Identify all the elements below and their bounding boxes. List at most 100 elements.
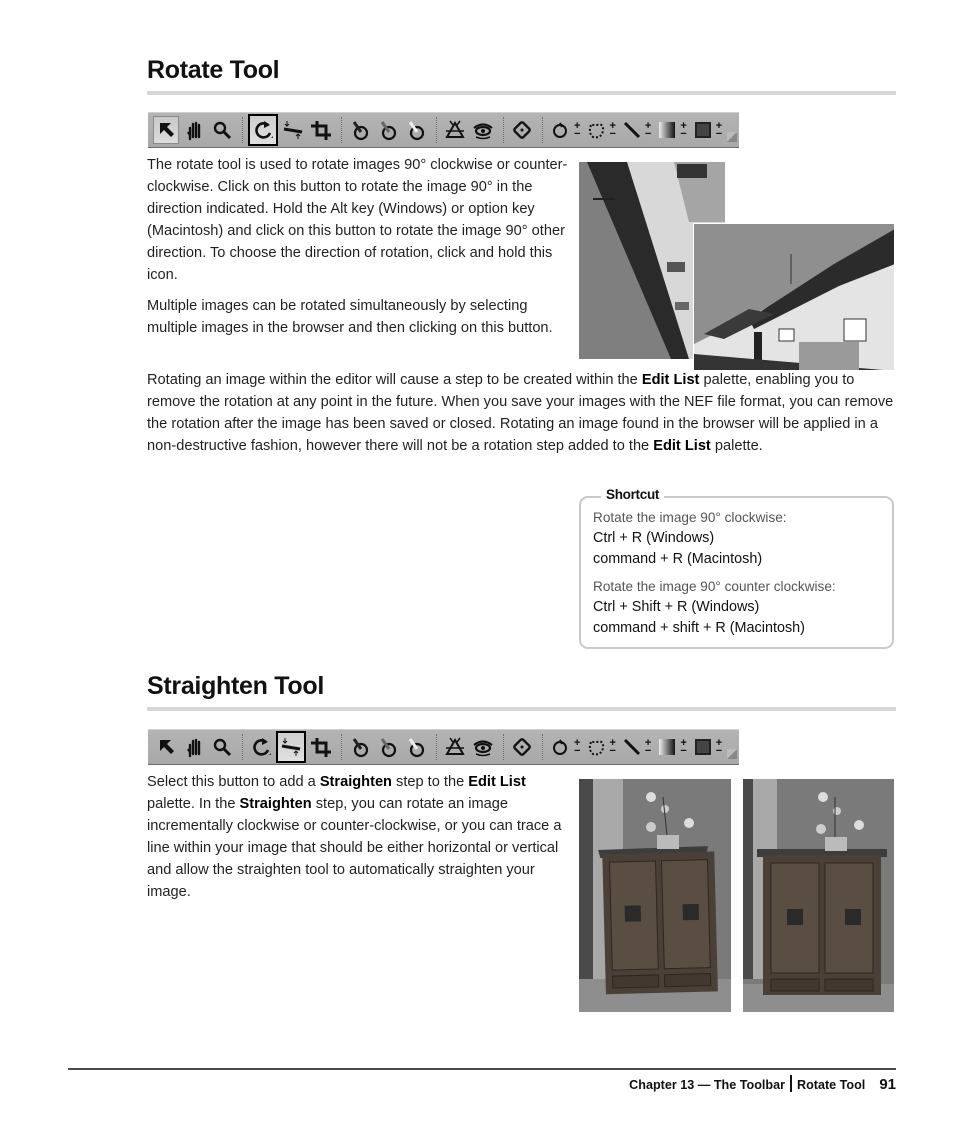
section-heading-rotate: Rotate Tool <box>147 56 280 84</box>
toolbar-button-black-point-picker[interactable] <box>347 116 373 144</box>
lasso-selection-add-subtract-toggle[interactable]: + − <box>574 738 580 757</box>
rotate-paragraph-1: The rotate tool is used to rotate images… <box>147 157 568 283</box>
toolbar-button-zoom[interactable] <box>209 733 235 761</box>
color-control-point-icon <box>513 738 531 756</box>
toolbar-button-gradient-selection[interactable] <box>654 733 680 761</box>
lasso-selection-icon <box>553 739 567 755</box>
minus-icon: − <box>644 128 652 140</box>
marquee-selection-icon <box>589 123 605 139</box>
toolbar-separator <box>242 734 243 760</box>
toolbar-straighten-example: + − + − + − + − + − <box>148 729 739 765</box>
toolbar-button-fill-remove[interactable] <box>690 116 716 144</box>
cabinet-photo-after <box>743 779 894 1012</box>
toolbar-button-crop[interactable] <box>308 733 334 761</box>
gradient-selection-add-subtract-toggle[interactable]: + − <box>680 738 687 757</box>
fill-remove-icon <box>694 122 711 138</box>
rotate-icon <box>253 738 271 756</box>
toolbar-button-gradient-selection[interactable] <box>654 116 680 144</box>
minus-icon: − <box>680 128 687 140</box>
text: Select this button to add a <box>147 774 320 790</box>
toolbar-button-rotate[interactable] <box>248 733 274 761</box>
shortcut-key: Ctrl + R (Windows) <box>593 530 715 546</box>
toolbar-separator <box>436 117 437 143</box>
footer-chapter: Chapter 13 — The Toolbar <box>629 1078 785 1092</box>
toolbar-button-straighten[interactable] <box>280 116 306 144</box>
minus-icon: − <box>574 128 581 140</box>
toolbar-button-white-point-picker[interactable] <box>403 116 429 144</box>
toolbar-button-rotate[interactable] <box>248 114 278 146</box>
toolbar-button-neutral-point-picker[interactable] <box>375 733 401 761</box>
toolbar-button-brush-selection[interactable] <box>619 733 645 761</box>
toolbar-button-brush-selection[interactable] <box>619 116 645 144</box>
toolbar-button-white-point-picker[interactable] <box>403 733 429 761</box>
select-icon <box>160 123 174 137</box>
toolbar-button-lasso-selection[interactable] <box>548 116 574 144</box>
white-point-picker-icon <box>408 121 425 141</box>
toolbar-separator <box>542 734 543 760</box>
toolbar-button-neutral-point-picker[interactable] <box>375 116 401 144</box>
minus-icon: − <box>644 745 652 757</box>
toolbar-button-hand[interactable] <box>181 116 207 144</box>
marquee-selection-icon <box>589 740 605 756</box>
cabinet-photo-before <box>579 779 731 1012</box>
gradient-selection-add-subtract-toggle[interactable]: + − <box>680 121 687 140</box>
shortcut-key: Ctrl + Shift + R (Windows) <box>593 599 760 615</box>
brush-selection-add-subtract-toggle[interactable]: + − <box>644 738 652 757</box>
marquee-selection-add-subtract-toggle[interactable]: + − <box>609 738 615 757</box>
toolbar-button-select[interactable] <box>153 116 179 144</box>
brush-selection-add-subtract-toggle[interactable]: + − <box>644 121 652 140</box>
toolbar-button-crop[interactable] <box>308 116 334 144</box>
toolbar-resize-grip[interactable] <box>727 132 738 142</box>
toolbar-button-marquee-selection[interactable] <box>583 733 609 761</box>
text: step to the <box>391 774 469 790</box>
hand-icon <box>187 121 201 141</box>
brush-selection-icon <box>623 121 640 139</box>
crop-icon <box>311 738 331 757</box>
toolbar-button-straighten[interactable] <box>276 731 306 763</box>
toolbar-button-lasso-selection[interactable] <box>548 733 574 761</box>
crop-icon <box>311 121 331 140</box>
upright-street-photo <box>693 223 894 370</box>
fill-remove-add-subtract-toggle[interactable]: + − <box>716 121 722 140</box>
fill-remove-add-subtract-toggle[interactable]: + − <box>716 738 722 757</box>
minus-icon: − <box>680 745 687 757</box>
lasso-selection-icon <box>553 122 567 138</box>
straighten-icon <box>283 121 303 139</box>
footer-divider <box>789 1075 792 1092</box>
toolbar-button-marquee-selection[interactable] <box>583 116 609 144</box>
cabinet-photo-after-art <box>743 779 894 1012</box>
shortcut-label-clockwise: Rotate the image 90° clockwise: <box>593 510 787 525</box>
marquee-selection-add-subtract-toggle[interactable]: + − <box>609 121 615 140</box>
toolbar-button-red-eye[interactable] <box>470 733 496 761</box>
red-eye-icon <box>473 740 493 757</box>
neutral-point-picker-icon <box>380 121 397 141</box>
toolbar-button-hand[interactable] <box>181 733 207 761</box>
lasso-selection-add-subtract-toggle[interactable]: + − <box>574 121 581 140</box>
upright-street-photo-art <box>694 224 894 370</box>
toolbar-separator <box>341 117 342 143</box>
toolbar-button-black-point-picker[interactable] <box>347 733 373 761</box>
toolbar-button-color-control-point[interactable] <box>509 116 535 144</box>
black-point-picker-icon <box>352 738 369 758</box>
heading-rule <box>147 91 896 95</box>
toolbar-separator <box>242 117 243 143</box>
toolbar-button-red-eye[interactable] <box>470 116 496 144</box>
toolbar-button-fill-remove[interactable] <box>690 733 716 761</box>
toolbar-resize-grip[interactable] <box>727 749 738 759</box>
toolbar-button-select[interactable] <box>153 733 179 761</box>
toolbar-button-zoom[interactable] <box>209 116 235 144</box>
page-footer: Chapter 13 — The Toolbar Rotate Tool 91 <box>629 1072 896 1093</box>
cabinet-photo-before-art <box>579 779 731 1012</box>
rotate-paragraph-2: Multiple images can be rotated simultane… <box>147 298 553 336</box>
red-eye-icon <box>473 123 493 140</box>
toolbar-button-color-control-point[interactable] <box>509 733 535 761</box>
edit-list-term: Edit List <box>641 372 700 388</box>
toolbar-button-auto-retouch-brush[interactable] <box>442 733 468 761</box>
text: Rotating an image within the editor will… <box>147 372 642 388</box>
color-control-point-icon <box>513 121 531 139</box>
text: palette. <box>710 438 763 454</box>
toolbar-separator <box>341 734 342 760</box>
black-point-picker-icon <box>352 121 369 141</box>
toolbar-button-auto-retouch-brush[interactable] <box>442 116 468 144</box>
edit-list-term: Edit List <box>468 774 526 790</box>
